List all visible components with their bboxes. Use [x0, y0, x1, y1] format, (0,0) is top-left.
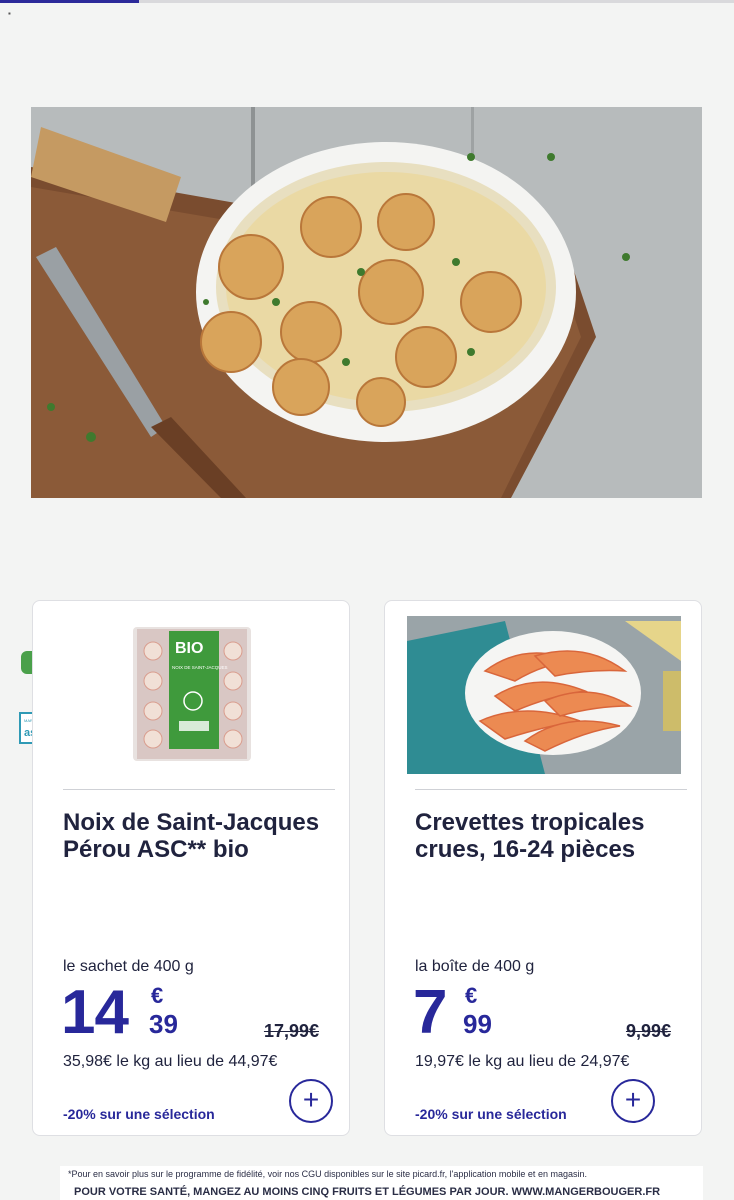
price-decimal: 99: [463, 1009, 492, 1039]
status-mark: ▪: [8, 9, 11, 18]
page-progress-bar: [0, 0, 734, 3]
price-currency: €: [151, 983, 164, 1008]
health-notice: POUR VOTRE SANTÉ, MANGEZ AU MOINS CINQ F…: [74, 1186, 661, 1198]
product-unit: la boîte de 400 g: [415, 958, 535, 975]
product-image-saint-jacques: BIO NOIX DE SAINT-JACQUES: [33, 601, 349, 789]
add-to-cart-button[interactable]: +: [289, 1079, 333, 1123]
price-currency: €: [465, 983, 478, 1008]
card-divider: [415, 789, 687, 790]
old-price: 17,99€: [263, 1021, 319, 1041]
card-divider: [63, 789, 335, 790]
svg-text:NOIX DE SAINT-JACQUES: NOIX DE SAINT-JACQUES: [172, 665, 228, 670]
hero-image-scallops: [31, 107, 702, 498]
product-card-crevettes[interactable]: Crevettes tropicales crues, 16-24 pièces…: [384, 600, 702, 1136]
product-title[interactable]: Crevettes tropicales crues, 16-24 pièces: [415, 809, 675, 863]
loyalty-footnote: *Pour en savoir plus sur le programme de…: [68, 1169, 587, 1179]
legal-footer: *Pour en savoir plus sur le programme de…: [60, 1166, 703, 1200]
promo-label: -20% sur une sélection: [415, 1106, 567, 1122]
price-per-kg: 19,97€ le kg au lieu de 24,97€: [415, 1053, 630, 1070]
promo-label: -20% sur une sélection: [63, 1106, 215, 1122]
price-integer: 14: [61, 978, 129, 1047]
price-integer: 7: [413, 978, 447, 1047]
product-card-saint-jacques[interactable]: BIO NOIX DE SAINT-JACQUES Noix de Saint-…: [32, 600, 350, 1136]
svg-text:BIO: BIO: [175, 640, 203, 657]
product-image-crevettes: [385, 601, 701, 789]
old-price: 9,99€: [625, 1021, 671, 1041]
price-decimal: 39: [149, 1009, 178, 1039]
price-per-kg: 35,98€ le kg au lieu de 44,97€: [63, 1053, 278, 1070]
add-to-cart-button[interactable]: +: [611, 1079, 655, 1123]
product-title[interactable]: Noix de Saint-Jacques Pérou ASC** bio: [63, 809, 323, 863]
page-progress-fill: [0, 0, 140, 3]
product-unit: le sachet de 400 g: [63, 958, 194, 975]
